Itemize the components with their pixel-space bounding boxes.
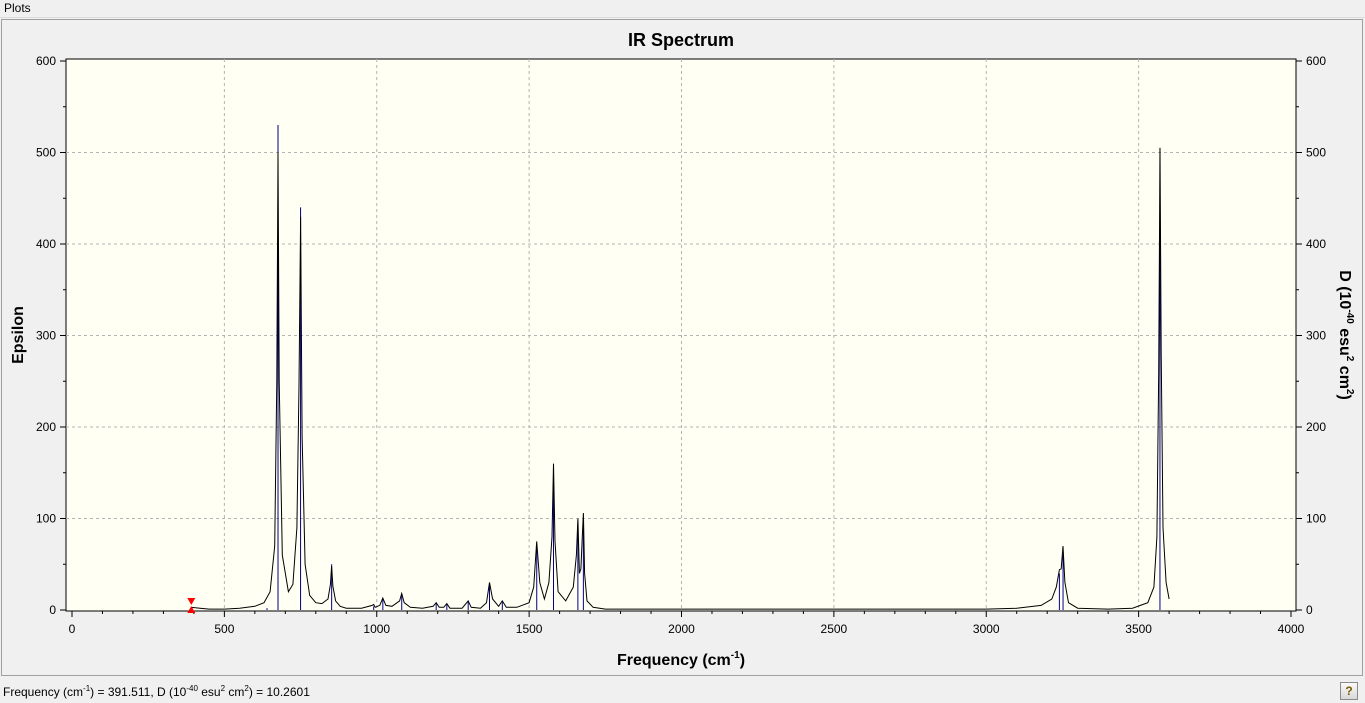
y-right-tick-label: 600 xyxy=(1306,54,1326,68)
question-icon: ? xyxy=(1345,684,1353,698)
y-left-axis-label: Epsilon xyxy=(10,306,27,364)
y-left-tick-label: 200 xyxy=(36,420,56,434)
status-bar: Frequency (cm-1) = 391.511, D (10-40 esu… xyxy=(0,679,1365,703)
y-left-tick-label: 600 xyxy=(36,54,56,68)
y-right-tick-label: 100 xyxy=(1306,512,1326,526)
y-left-tick-label: 400 xyxy=(36,237,56,251)
y-left-tick-label: 100 xyxy=(36,512,56,526)
x-tick-label: 2500 xyxy=(821,622,848,636)
x-tick-label: 3000 xyxy=(973,622,1000,636)
x-tick-label: 1500 xyxy=(516,622,543,636)
y-right-tick-label: 0 xyxy=(1306,603,1313,617)
status-freq-rest: ) = 391.511, D (10 xyxy=(90,685,187,699)
status-d-rest: esu xyxy=(197,685,221,699)
y-right-axis-label: D (10-40 esu2 cm2) xyxy=(1336,270,1355,400)
y-right-tick-label: 400 xyxy=(1306,237,1326,251)
y-right-tick-label: 500 xyxy=(1306,146,1326,160)
y-left-tick-label: 0 xyxy=(49,603,56,617)
status-readout: Frequency (cm-1) = 391.511, D (10-40 esu… xyxy=(3,684,310,699)
status-cm-part: cm xyxy=(225,685,245,699)
x-tick-label: 0 xyxy=(69,622,76,636)
x-tick-label: 1000 xyxy=(363,622,390,636)
y-right-tick-label: 300 xyxy=(1306,329,1326,343)
x-tick-label: 4000 xyxy=(1278,622,1305,636)
x-tick-label: 3500 xyxy=(1125,622,1152,636)
x-tick-label: 500 xyxy=(214,622,234,636)
status-value-part: ) = 10.2601 xyxy=(248,685,310,699)
status-d-exp: -40 xyxy=(186,684,198,693)
y-left-tick-label: 300 xyxy=(36,329,56,343)
x-axis-label: Frequency (cm-1) xyxy=(617,650,745,669)
ir-spectrum-chart[interactable]: IR Spectrum0 500 1000 1500 2000 2500 3000 3500 4… xyxy=(0,0,1365,680)
status-freq-label: Frequency (cm xyxy=(3,685,84,699)
x-tick-label: 2000 xyxy=(668,622,695,636)
help-button[interactable]: ? xyxy=(1340,682,1358,700)
y-right-tick-label: 200 xyxy=(1306,420,1326,434)
chart-title: IR Spectrum xyxy=(628,30,734,50)
y-left-tick-label: 500 xyxy=(36,146,56,160)
